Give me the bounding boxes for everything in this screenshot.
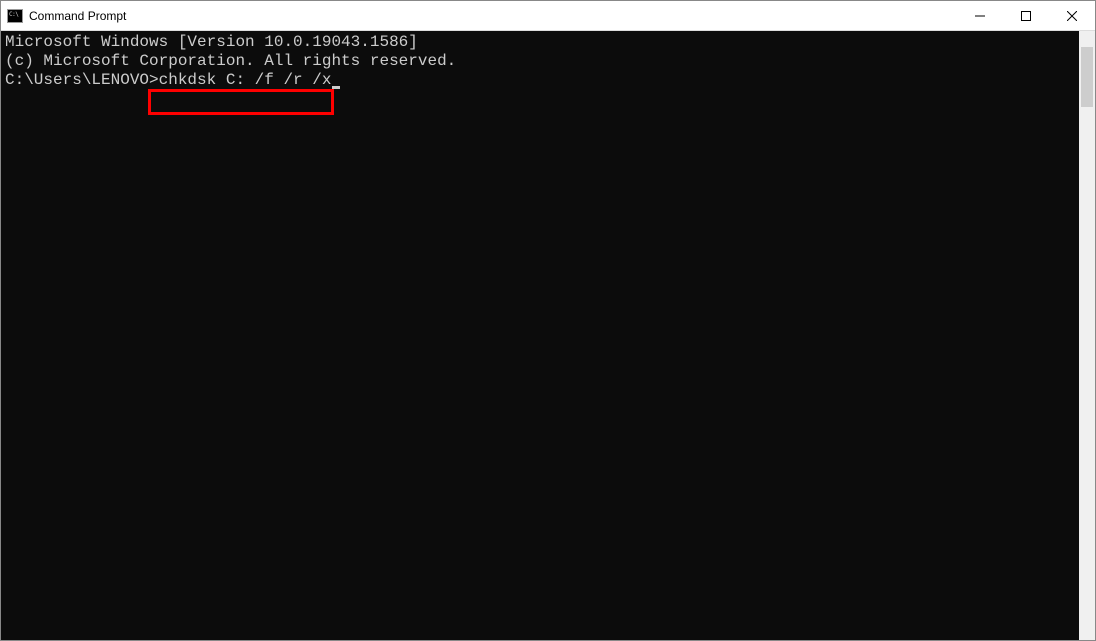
window-title: Command Prompt — [29, 9, 957, 23]
cursor-icon — [332, 86, 340, 89]
highlight-box — [148, 89, 334, 115]
app-icon — [7, 8, 23, 24]
terminal-output-line: (c) Microsoft Corporation. All rights re… — [5, 52, 1075, 71]
command-prompt-window: Command Prompt Microsoft Windows [Versio… — [0, 0, 1096, 641]
command-text: chkdsk C: /f /r /x — [159, 71, 332, 89]
maximize-button[interactable] — [1003, 1, 1049, 30]
terminal-area: Microsoft Windows [Version 10.0.19043.15… — [1, 31, 1095, 640]
window-controls — [957, 1, 1095, 30]
scrollbar[interactable] — [1079, 31, 1095, 640]
close-button[interactable] — [1049, 1, 1095, 30]
minimize-button[interactable] — [957, 1, 1003, 30]
terminal-output-line: Microsoft Windows [Version 10.0.19043.15… — [5, 33, 1075, 52]
prompt-text: C:\Users\LENOVO> — [5, 71, 159, 89]
scrollbar-thumb[interactable] — [1081, 47, 1093, 107]
terminal-content[interactable]: Microsoft Windows [Version 10.0.19043.15… — [1, 31, 1079, 640]
title-bar[interactable]: Command Prompt — [1, 1, 1095, 31]
command-line: C:\Users\LENOVO>chkdsk C: /f /r /x — [5, 71, 340, 90]
